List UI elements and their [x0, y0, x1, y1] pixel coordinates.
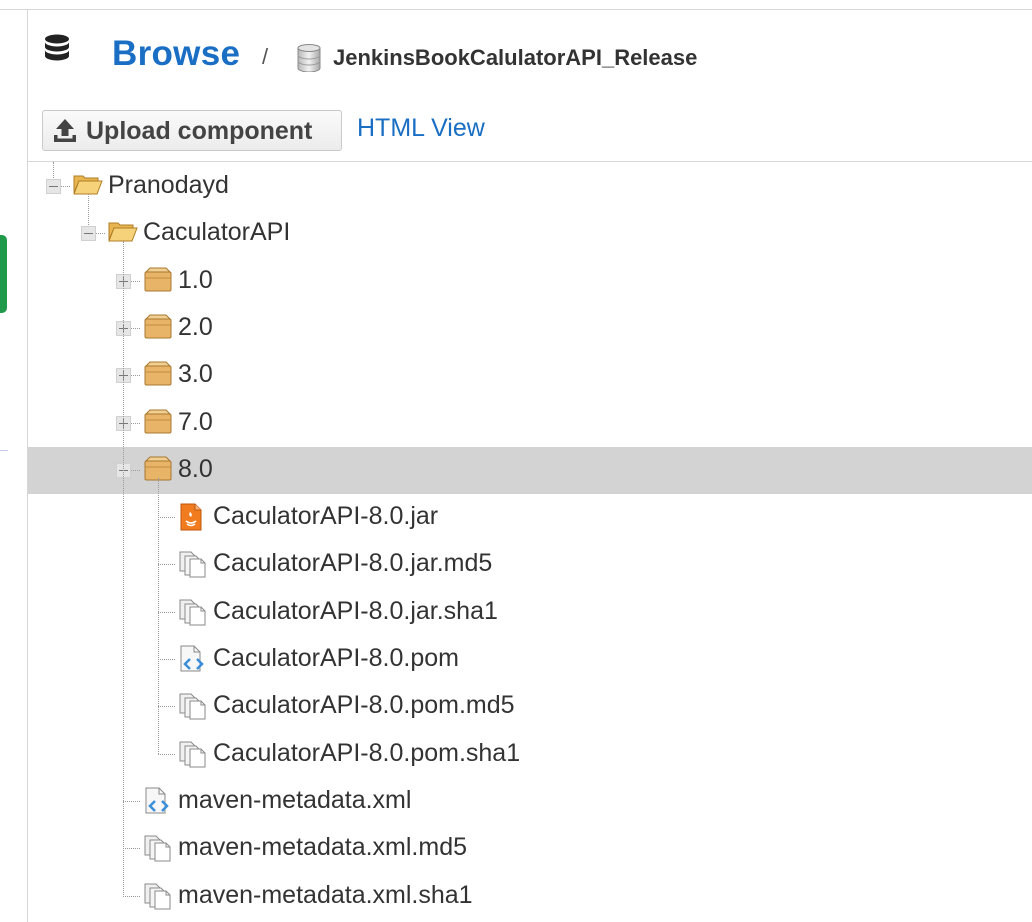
tree-node-label: maven-metadata.xml.md5 — [178, 833, 468, 862]
html-view-link[interactable]: HTML View — [357, 114, 485, 143]
tree-node-label: CaculatorAPI-8.0.pom — [213, 644, 459, 672]
checksum-file-icon — [178, 740, 208, 773]
tree-file-row[interactable]: CaculatorAPI-8.0.jar — [28, 494, 1032, 541]
tree-folder-row[interactable]: Pranodayd — [28, 163, 1032, 210]
checksum-file-icon — [178, 598, 208, 631]
tree-guide-line — [53, 162, 54, 178]
breadcrumb-separator: / — [262, 44, 269, 69]
tree-node-label: 2.0 — [178, 312, 213, 341]
tree-node-label: Pranodayd — [108, 171, 229, 199]
breadcrumb-browse-link[interactable]: Browse — [112, 34, 240, 74]
tree-connector-line — [123, 800, 140, 802]
tree-folder-row[interactable]: CaculatorAPI — [28, 210, 1032, 257]
tree-folder-row[interactable]: 8.0 — [28, 446, 1032, 494]
upload-component-button[interactable]: Upload component — [42, 110, 342, 151]
database-icon — [44, 34, 70, 69]
tree-file-row[interactable]: maven-metadata.xml.md5 — [28, 825, 1032, 872]
tree-file-row[interactable]: CaculatorAPI-8.0.jar.sha1 — [28, 589, 1032, 636]
checksum-file-icon — [143, 882, 173, 915]
page-header: Browse / JenkinsBookCalulatorAPI_Release — [40, 28, 1020, 84]
tree-guide-line — [88, 194, 89, 226]
tree-node-label: 1.0 — [178, 265, 213, 294]
checksum-file-icon — [178, 550, 208, 583]
tree-connector-line — [158, 753, 175, 755]
collapse-toggle[interactable] — [46, 179, 61, 194]
tree-node-label: maven-metadata.xml — [178, 785, 412, 814]
tree-node-label: CaculatorAPI-8.0.jar.sha1 — [213, 596, 498, 625]
tree-node-label: 8.0 — [178, 454, 213, 483]
tree-guide-line — [158, 477, 159, 754]
tree-node-label: CaculatorAPI-8.0.jar — [213, 502, 439, 531]
tree-connector-line — [158, 659, 175, 660]
xml-file-icon — [178, 645, 206, 678]
tree-node-label: CaculatorAPI-8.0.pom.sha1 — [213, 738, 521, 767]
tree-folder-row[interactable]: 3.0 — [28, 352, 1032, 399]
tree-file-row[interactable]: CaculatorAPI-8.0.jar.md5 — [28, 541, 1032, 588]
jar-file-icon — [178, 503, 204, 536]
tree-connector-line — [158, 564, 175, 566]
tree-file-row[interactable]: CaculatorAPI-8.0.pom — [28, 636, 1032, 683]
collapse-toggle[interactable] — [81, 226, 96, 242]
xml-file-icon — [143, 787, 171, 820]
checksum-file-icon — [178, 692, 208, 725]
side-tab-handle[interactable] — [0, 235, 7, 313]
top-divider — [0, 9, 1032, 10]
breadcrumb-repository-name: JenkinsBookCalulatorAPI_Release — [333, 45, 698, 70]
tree-connector-line — [123, 848, 140, 850]
tree-node-label: 3.0 — [178, 360, 213, 389]
tree-guide-line — [123, 241, 124, 896]
side-divider-mark — [0, 450, 8, 451]
tree-file-row[interactable]: CaculatorAPI-8.0.pom.md5 — [28, 683, 1032, 730]
tree-node-label: maven-metadata.xml.sha1 — [178, 880, 473, 909]
tree-node-label: CaculatorAPI-8.0.pom.md5 — [213, 691, 515, 720]
tree-connector-line — [158, 706, 175, 708]
package-icon — [143, 409, 173, 440]
upload-icon — [51, 117, 79, 150]
tree-folder-row[interactable]: 7.0 — [28, 400, 1032, 447]
upload-component-label: Upload component — [86, 117, 313, 145]
repository-icon — [296, 44, 322, 77]
tree-folder-row[interactable]: 2.0 — [28, 305, 1032, 352]
tree-node-label: 7.0 — [178, 407, 213, 436]
package-icon — [143, 361, 173, 392]
tree-node-label: CaculatorAPI-8.0.jar.md5 — [213, 549, 493, 578]
tree-folder-row[interactable]: 1.0 — [28, 258, 1032, 305]
tree-connector-line — [123, 895, 140, 897]
package-icon — [143, 314, 173, 345]
tree-file-row[interactable]: maven-metadata.xml.sha1 — [28, 873, 1032, 920]
component-tree: Pranodayd CaculatorAPI 1.0 2.0 3.0 7.0 8.0 Cacu… — [28, 162, 1032, 922]
tree-connector-line — [158, 517, 175, 519]
checksum-file-icon — [143, 834, 173, 867]
tree-file-row[interactable]: CaculatorAPI-8.0.pom.sha1 — [28, 731, 1032, 778]
tree-file-row[interactable]: maven-metadata.xml — [28, 778, 1032, 825]
tree-node-label: CaculatorAPI — [143, 218, 291, 247]
tree-connector-line — [158, 611, 175, 613]
package-icon — [143, 267, 173, 298]
